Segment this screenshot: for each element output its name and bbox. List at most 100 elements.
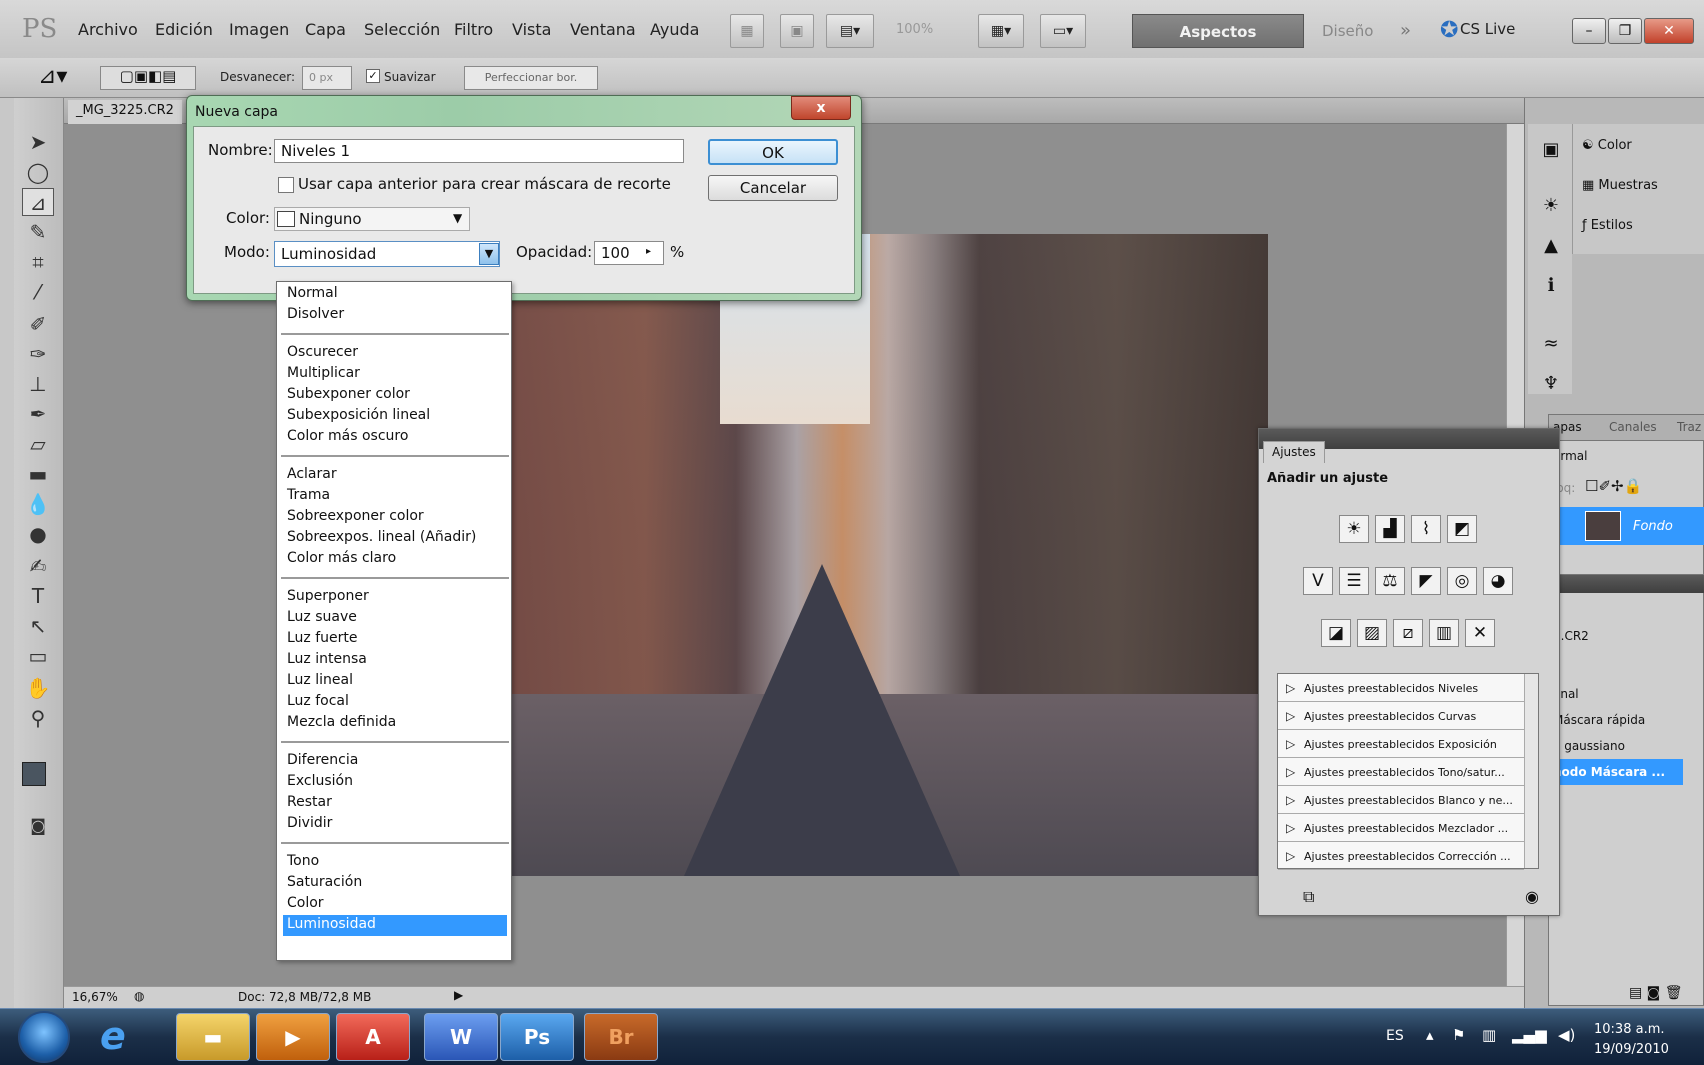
type-tool-icon[interactable]: T	[22, 582, 54, 610]
threshold-icon[interactable]: ⧄	[1393, 619, 1423, 647]
blend-mode-option[interactable]: Diferencia	[283, 751, 507, 772]
feather-input[interactable]: 0 px	[302, 66, 352, 90]
bridge-taskbar-icon[interactable]: Br	[584, 1013, 658, 1061]
screen-mode-icon[interactable]: ▭▾	[1040, 14, 1086, 48]
gradient-tool-icon[interactable]: ▬	[22, 460, 54, 488]
blend-mode-option[interactable]: Color más oscuro	[283, 427, 507, 448]
close-window-icon[interactable]: ✕	[1644, 18, 1694, 44]
layer-name-input[interactable]: Niveles 1	[274, 139, 684, 163]
status-menu-arrow-icon[interactable]: ▶	[454, 988, 463, 1002]
menu-imagen[interactable]: Imagen	[229, 20, 289, 39]
tray-expand-icon[interactable]: ▴	[1426, 1026, 1434, 1044]
blend-mode-option[interactable]: Saturación	[283, 873, 507, 894]
history-footer-icons[interactable]: ▤ ◙ 🗑	[1629, 985, 1682, 1001]
pen-tool-icon[interactable]: ✍	[22, 552, 54, 580]
blend-mode-option[interactable]: Exclusión	[283, 772, 507, 793]
menu-filtro[interactable]: Filtro	[454, 20, 493, 39]
blend-mode-option[interactable]: Color	[283, 894, 507, 915]
menu-ayuda[interactable]: Ayuda	[650, 20, 699, 39]
layer-name[interactable]: Fondo	[1633, 519, 1673, 534]
blend-mode-option[interactable]: Luz fuerte	[283, 629, 507, 650]
start-button[interactable]	[18, 1011, 70, 1063]
zoom-level[interactable]: 100%	[896, 22, 933, 37]
menu-ventana[interactable]: Ventana	[570, 20, 636, 39]
exposure-icon[interactable]: ◩	[1447, 515, 1477, 543]
clock-date[interactable]: 19/09/2010	[1594, 1042, 1669, 1057]
bridge-icon[interactable]: ▦	[730, 14, 764, 48]
zoom-tool-icon[interactable]: ⚲	[22, 704, 54, 732]
input-language[interactable]: ES	[1386, 1028, 1404, 1044]
shape-tool-icon[interactable]: ▭	[22, 642, 54, 670]
history-brush-tool-icon[interactable]: ✒	[22, 400, 54, 428]
history-item[interactable]: e gaussiano	[1553, 739, 1625, 753]
preset-item[interactable]: ▷ Ajustes preestablecidos Niveles	[1278, 676, 1524, 702]
status-info-icon[interactable]: ◍	[134, 989, 144, 1003]
refine-edge-button[interactable]: Perfeccionar bor.	[464, 66, 598, 90]
minimize-icon[interactable]: –	[1572, 18, 1606, 44]
tab-channels[interactable]: Canales	[1609, 420, 1657, 434]
minibridge-panel-icon[interactable]: ▣	[1536, 136, 1566, 164]
history-item[interactable]: Máscara rápida	[1553, 713, 1645, 727]
opacity-input[interactable]: 100	[594, 241, 664, 265]
menu-archivo[interactable]: Archivo	[78, 20, 138, 39]
tab-paths[interactable]: Traz	[1677, 420, 1701, 434]
black-white-icon[interactable]: ◤	[1411, 567, 1441, 595]
workspace-more-button[interactable]: »	[1400, 20, 1411, 41]
color-balance-icon[interactable]: ⚖	[1375, 567, 1405, 595]
blend-mode-option[interactable]: Color más claro	[283, 549, 507, 570]
selection-mode-icons[interactable]: ▢▣◧▤	[100, 66, 196, 90]
healing-brush-tool-icon[interactable]: ✐	[22, 310, 54, 338]
zoom-percent[interactable]: 16,67%	[72, 990, 118, 1004]
move-tool-icon[interactable]: ➤	[22, 128, 54, 156]
tab-adjustments[interactable]: Ajustes	[1263, 441, 1325, 463]
clone-source-icon[interactable]: ♆	[1536, 370, 1566, 398]
ok-button[interactable]: OK	[708, 139, 838, 165]
visibility-icon[interactable]: ◉	[1525, 887, 1539, 906]
chevron-down-icon[interactable]: ▼	[479, 243, 499, 265]
styles-panel-item[interactable]: ƒ Estilos	[1582, 218, 1633, 233]
preset-item[interactable]: ▷ Ajustes preestablecidos Exposición	[1278, 732, 1524, 758]
blend-mode-option[interactable]: Luz lineal	[283, 671, 507, 692]
blend-mode-option[interactable]: Restar	[283, 793, 507, 814]
posterize-icon[interactable]: ▨	[1357, 619, 1387, 647]
menu-seleccion[interactable]: Selección	[364, 20, 440, 39]
blend-mode-option[interactable]: Tono	[283, 852, 507, 873]
cancel-button[interactable]: Cancelar	[708, 175, 838, 201]
blend-mode-option[interactable]: Sobreexpos. lineal (Añadir)	[283, 528, 507, 549]
view-extras-icon[interactable]: ▤▾	[826, 14, 874, 48]
quick-mask-icon[interactable]: ◙	[22, 812, 54, 840]
blend-mode-option[interactable]: Trama	[283, 486, 507, 507]
blur-tool-icon[interactable]: 💧	[22, 490, 54, 518]
hand-tool-icon[interactable]: ✋	[22, 674, 54, 702]
minibridge-icon[interactable]: ▣	[780, 14, 814, 48]
levels-icon[interactable]: ▟	[1375, 515, 1405, 543]
network-icon[interactable]: ▂▄▆	[1512, 1026, 1547, 1044]
photoshop-taskbar-icon[interactable]: Ps	[500, 1013, 574, 1061]
blend-mode-option[interactable]: Luz focal	[283, 692, 507, 713]
device-icon[interactable]: ▥	[1482, 1026, 1496, 1044]
brush-tool-icon[interactable]: ✑	[22, 340, 54, 368]
acrobat-icon[interactable]: A	[336, 1013, 410, 1061]
dodge-tool-icon[interactable]: ●	[22, 520, 54, 548]
presets-scrollbar[interactable]	[1524, 674, 1538, 868]
marquee-tool-icon[interactable]: ◯	[22, 158, 54, 186]
curves-icon[interactable]: ⌇	[1411, 515, 1441, 543]
arrange-documents-icon[interactable]: ▦▾	[978, 14, 1024, 48]
clone-stamp-tool-icon[interactable]: ⊥	[22, 370, 54, 398]
menu-edicion[interactable]: Edición	[155, 20, 213, 39]
blend-mode-option[interactable]: Sobreexponer color	[283, 507, 507, 528]
preset-item[interactable]: ▷ Ajustes preestablecidos Corrección ...	[1278, 844, 1524, 870]
smooth-checkbox[interactable]: ✓	[366, 69, 380, 83]
workspace-essentials-button[interactable]: Aspectos esenciales	[1132, 14, 1304, 75]
path-selection-tool-icon[interactable]: ↖	[22, 612, 54, 640]
document-tab[interactable]: _MG_3225.CR2	[68, 100, 182, 124]
history-item-selected[interactable]: nodo Máscara ...	[1553, 765, 1665, 779]
blend-mode-option[interactable]: Superponer	[283, 587, 507, 608]
color-select[interactable]: Ninguno ▼	[274, 207, 470, 231]
quick-selection-tool-icon[interactable]: ✎	[22, 218, 54, 246]
opacity-stepper-icon[interactable]: ▸	[646, 246, 651, 257]
clock-time[interactable]: 10:38 a.m.	[1594, 1022, 1665, 1037]
ie-icon[interactable]: e	[100, 1014, 126, 1058]
blend-mode-option[interactable]: Luminosidad	[283, 915, 507, 936]
blend-mode-option[interactable]: Luz suave	[283, 608, 507, 629]
